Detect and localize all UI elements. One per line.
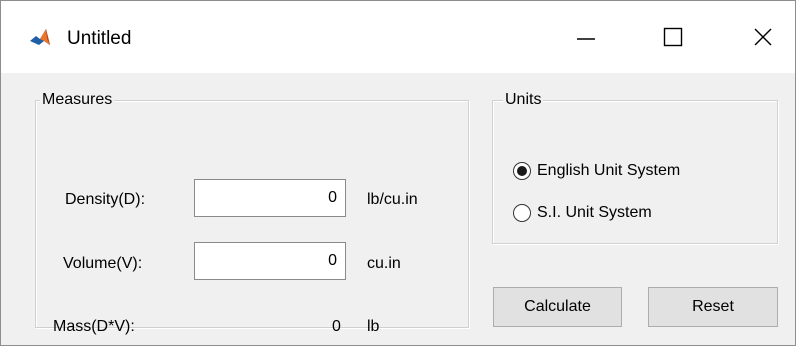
app-window: Untitled Measures Density(D): lb/cu.in V…	[0, 0, 796, 346]
radio-english-label: English Unit System	[537, 162, 681, 179]
units-panel: Units English Unit System S.I. Unit Syst…	[492, 91, 778, 244]
radio-button-selected[interactable]	[513, 162, 531, 180]
density-label: Density(D):	[65, 191, 146, 208]
measures-panel: Measures Density(D): lb/cu.in Volume(V):…	[35, 91, 469, 335]
measures-panel-title: Measures	[40, 91, 115, 109]
radio-english-units[interactable]: English Unit System	[513, 162, 680, 180]
radio-dot	[517, 166, 527, 176]
reset-button[interactable]: Reset	[648, 287, 778, 327]
density-input[interactable]	[194, 179, 346, 217]
mass-label: Mass(D*V):	[53, 318, 135, 335]
volume-unit: cu.in	[367, 255, 401, 272]
density-unit: lb/cu.in	[367, 191, 418, 208]
content-area: Measures Density(D): lb/cu.in Volume(V):…	[1, 73, 795, 345]
title-bar[interactable]: Untitled	[1, 1, 795, 73]
close-button[interactable]	[733, 11, 793, 63]
close-icon	[754, 28, 772, 46]
calculate-button[interactable]: Calculate	[493, 287, 622, 327]
mass-unit: lb	[367, 318, 380, 335]
maximize-button[interactable]	[643, 11, 703, 63]
radio-si-label: S.I. Unit System	[537, 204, 652, 221]
minimize-button[interactable]	[556, 11, 616, 63]
radio-button-unselected[interactable]	[513, 204, 531, 222]
mass-value: 0	[332, 318, 341, 335]
minimize-icon	[577, 38, 595, 40]
units-panel-title: Units	[503, 91, 544, 109]
maximize-icon	[663, 27, 683, 47]
volume-label: Volume(V):	[63, 255, 143, 272]
radio-si-units[interactable]: S.I. Unit System	[513, 204, 652, 222]
volume-input[interactable]	[194, 242, 346, 280]
window-title: Untitled	[67, 28, 132, 49]
matlab-icon	[29, 27, 51, 49]
